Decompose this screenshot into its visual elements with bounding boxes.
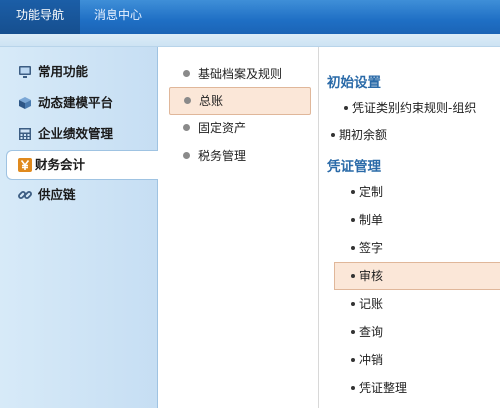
function-create-voucher[interactable]: 制单: [319, 207, 500, 233]
bullet-icon: [351, 386, 355, 390]
submodule-tax-management[interactable]: 税务管理: [169, 143, 309, 169]
nav-item-label: 动态建模平台: [38, 95, 114, 110]
submodule-label: 税务管理: [198, 149, 247, 163]
tab-message-center[interactable]: 消息中心: [80, 0, 156, 34]
bullet-icon: [183, 152, 190, 159]
function-label: 审核: [359, 269, 384, 283]
function-list-panel: 初始设置 凭证类别约束规则-组织 期初余额 凭证管理 定制 制单 签字 审核 记…: [319, 47, 500, 408]
nav-item-performance-management[interactable]: 企业绩效管理: [0, 119, 157, 149]
calculator-icon: [19, 128, 31, 140]
submodule-label: 基础档案及规则: [198, 67, 283, 81]
nav-item-dynamic-modeling[interactable]: 动态建模平台: [0, 88, 157, 118]
submodule-fixed-assets[interactable]: 固定资产: [169, 115, 309, 141]
function-label: 签字: [359, 241, 384, 255]
nav-item-label: 供应链: [38, 187, 76, 202]
function-opening-balance[interactable]: 期初余额: [319, 122, 500, 148]
top-navigation-bar: 功能导航 消息中心: [0, 0, 500, 34]
function-label: 制单: [359, 213, 384, 227]
function-label: 冲销: [359, 353, 384, 367]
bullet-icon: [351, 358, 355, 362]
bullet-icon: [351, 302, 355, 306]
function-voucher-category-rules[interactable]: 凭证类别约束规则-组织: [319, 95, 500, 121]
function-reverse[interactable]: 冲销: [319, 347, 500, 373]
yen-icon: [18, 158, 32, 172]
nav-item-supply-chain[interactable]: 供应链: [0, 180, 157, 210]
function-label: 凭证类别约束规则-组织: [352, 101, 477, 115]
bullet-icon: [351, 190, 355, 194]
submodule-label: 固定资产: [198, 121, 247, 135]
function-query[interactable]: 查询: [319, 319, 500, 345]
section-title-voucher-management: 凭证管理: [327, 159, 381, 175]
function-label: 期初余额: [339, 128, 388, 142]
nav-item-label: 企业绩效管理: [38, 126, 114, 141]
function-audit[interactable]: 审核: [334, 262, 500, 290]
bullet-icon: [351, 246, 355, 250]
submodule-panel: 基础档案及规则 总账 固定资产 税务管理: [158, 47, 319, 408]
bullet-icon: [183, 70, 190, 77]
link-icon: [18, 191, 32, 199]
section-title-initial-setup: 初始设置: [327, 75, 381, 91]
bullet-icon: [351, 274, 355, 278]
function-label: 定制: [359, 185, 384, 199]
monitor-icon: [19, 66, 31, 78]
bullet-icon: [331, 133, 335, 137]
nav-item-financial-accounting[interactable]: 财务会计: [6, 150, 159, 180]
function-post[interactable]: 记账: [319, 291, 500, 317]
function-label: 凭证整理: [359, 381, 408, 395]
left-module-nav: 常用功能 动态建模平台 企业绩效管理 财务会计 供应链: [0, 47, 159, 408]
nav-item-label: 常用功能: [38, 64, 89, 79]
submodule-general-ledger[interactable]: 总账: [169, 87, 311, 115]
bullet-icon: [184, 97, 191, 104]
function-label: 记账: [359, 297, 384, 311]
tab-function-navigation[interactable]: 功能导航: [0, 0, 80, 34]
nav-item-common-functions[interactable]: 常用功能: [0, 57, 157, 87]
bullet-icon: [351, 218, 355, 222]
function-sign[interactable]: 签字: [319, 235, 500, 261]
function-voucher-arrangement[interactable]: 凭证整理: [319, 375, 500, 401]
bullet-icon: [183, 124, 190, 131]
submodule-label: 总账: [199, 94, 224, 108]
topbar-divider: [0, 34, 500, 47]
submodule-basic-records[interactable]: 基础档案及规则: [169, 61, 309, 87]
bullet-icon: [351, 330, 355, 334]
function-label: 查询: [359, 325, 384, 339]
cube-icon: [19, 97, 31, 109]
bullet-icon: [344, 106, 348, 110]
function-customize[interactable]: 定制: [319, 179, 500, 205]
nav-item-label: 财务会计: [35, 157, 86, 172]
